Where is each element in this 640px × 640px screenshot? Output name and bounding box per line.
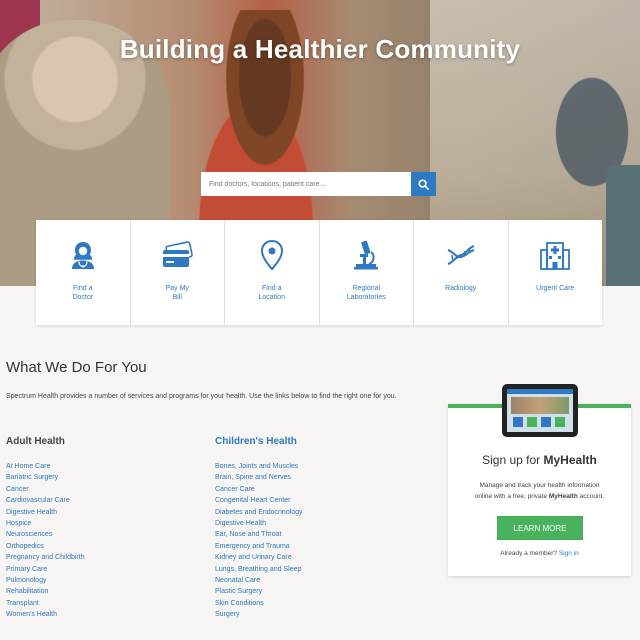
myhealth-description-line2: online with a free, private [474, 493, 549, 500]
childrens-health-link[interactable]: Plastic Surgery [215, 586, 303, 597]
hospital-icon [540, 242, 571, 270]
childrens-health-link[interactable]: Congenital Heart Center [215, 495, 303, 506]
myhealth-title-prefix: Sign up for [482, 453, 544, 467]
childrens-health-link[interactable]: Diabetes and Endocrinology [215, 507, 303, 518]
search-button[interactable] [411, 172, 436, 196]
quick-link-label: Find a Location [258, 285, 285, 301]
adult-health-link[interactable]: Pulmonology [6, 575, 85, 586]
adult-health-link[interactable]: Cardiovascular Care [6, 495, 85, 506]
myhealth-description-line1: Manage and track your health information [479, 482, 600, 489]
adult-health-heading: Adult Health [6, 436, 65, 447]
intro-text: Spectrum Health provides a number of ser… [6, 393, 397, 400]
childrens-health-heading[interactable]: Children's Health [215, 436, 297, 447]
section-title: What We Do For You [6, 359, 147, 376]
quick-link-pay-bill[interactable]: Pay My Bill [131, 220, 225, 325]
childrens-health-list: Bones, Joints and Muscles Brain, Spine a… [215, 461, 303, 621]
quick-link-label: Urgent Care [536, 285, 575, 292]
childrens-health-link[interactable]: Lungs, Breathing and Sleep [215, 564, 303, 575]
member-text: Already a member? [500, 550, 558, 557]
childrens-health-link[interactable]: Bones, Joints and Muscles [215, 461, 303, 472]
adult-health-link[interactable]: Cancer [6, 484, 85, 495]
myhealth-description-suffix: account. [577, 493, 605, 500]
adult-health-link[interactable]: Transplant [6, 598, 85, 609]
dna-icon [447, 245, 475, 265]
myhealth-title-brand: MyHealth [543, 453, 597, 467]
tablet-screen-photo [511, 397, 569, 414]
microscope-icon [354, 240, 379, 270]
search-icon [418, 178, 429, 190]
myhealth-description: Manage and track your health information… [462, 480, 617, 502]
adult-health-list: At Home Care Bariatric Surgery Cancer Ca… [6, 461, 85, 621]
myhealth-description-brand: MyHealth [548, 493, 578, 500]
tablet-screen [507, 389, 573, 432]
quick-link-regional-laboratories[interactable]: Regional Laboratories [320, 220, 414, 325]
sign-in-link[interactable]: Sign in [559, 550, 579, 557]
adult-health-link[interactable]: Primary Care [6, 564, 85, 575]
childrens-health-link[interactable]: Kidney and Urinary Care [215, 552, 303, 563]
childrens-health-link[interactable]: Ear, Nose and Throat [215, 529, 303, 540]
credit-card-icon [163, 241, 194, 267]
quick-links: Find a Doctor Pay My Bill Find a Locatio… [36, 220, 602, 325]
quick-link-label: Regional Laboratories [346, 285, 386, 301]
adult-health-link[interactable]: Women's Health [6, 609, 85, 620]
tablet-screen-tile [555, 417, 565, 427]
childrens-health-link[interactable]: Brain, Spine and Nerves [215, 472, 303, 483]
adult-health-link[interactable]: Pregnancy and Childbirth [6, 552, 85, 563]
tablet-illustration [502, 384, 578, 437]
quick-link-find-location[interactable]: Find a Location [225, 220, 320, 325]
adult-health-link[interactable]: Digestive Health [6, 507, 85, 518]
adult-health-link[interactable]: Rehabilitation [6, 586, 85, 597]
tablet-screen-tile [541, 417, 551, 427]
myhealth-title: Sign up for MyHealth [448, 453, 631, 467]
childrens-health-link[interactable]: Neonatal Care [215, 575, 303, 586]
adult-health-link[interactable]: Bariatric Surgery [6, 472, 85, 483]
tablet-screen-header [507, 389, 573, 394]
location-pin-icon [260, 239, 283, 271]
search-input[interactable] [201, 172, 411, 196]
quick-link-label: Pay My Bill [165, 285, 189, 301]
childrens-health-link[interactable]: Skin Conditions [215, 598, 303, 609]
tablet-screen-tile [513, 417, 523, 427]
member-prompt: Already a member? Sign in [448, 550, 631, 557]
quick-link-label: Find a Doctor [72, 285, 94, 301]
childrens-health-link[interactable]: Digestive Health [215, 518, 303, 529]
quick-link-find-doctor[interactable]: Find a Doctor [36, 220, 131, 325]
learn-more-button[interactable]: LEARN MORE [497, 516, 583, 540]
hero-title: Building a Healthier Community [119, 34, 521, 64]
doctor-icon [71, 242, 94, 269]
search-bar [201, 172, 436, 196]
adult-health-link[interactable]: At Home Care [6, 461, 85, 472]
quick-link-urgent-care[interactable]: Urgent Care [509, 220, 603, 325]
childrens-health-link[interactable]: Cancer Care [215, 484, 303, 495]
adult-health-link[interactable]: Orthopedics [6, 541, 85, 552]
quick-link-label: Radiology [445, 285, 477, 292]
childrens-health-link[interactable]: Surgery [215, 609, 303, 620]
quick-link-radiology[interactable]: Radiology [414, 220, 509, 325]
tablet-screen-tile [527, 417, 537, 427]
adult-health-link[interactable]: Hospice [6, 518, 85, 529]
adult-health-link[interactable]: Neurosciences [6, 529, 85, 540]
childrens-health-link[interactable]: Emergency and Trauma [215, 541, 303, 552]
